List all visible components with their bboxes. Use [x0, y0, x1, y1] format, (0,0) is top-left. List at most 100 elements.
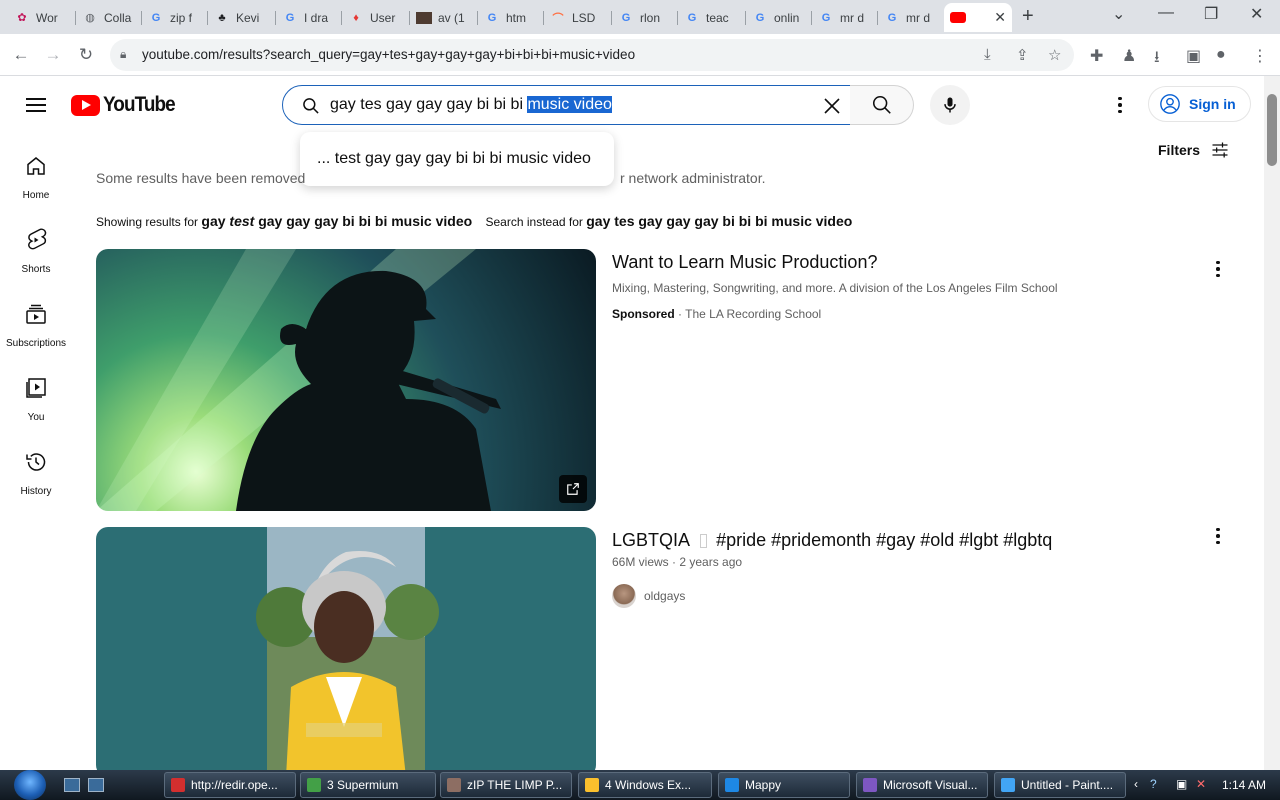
ad-meta: Sponsored · The LA Recording School: [612, 307, 822, 321]
history-icon: [26, 453, 46, 471]
minimize-icon[interactable]: —: [1158, 4, 1174, 22]
video-title[interactable]: LGBTQIA #pride #pridemonth #gay #old #lg…: [612, 530, 1052, 551]
browser-tab[interactable]: ♦ User: [342, 3, 410, 32]
guide-item-history[interactable]: History: [0, 450, 72, 497]
sign-in-button[interactable]: Sign in: [1148, 86, 1251, 122]
search-input[interactable]: gay tes gay gay gay bi bi bi music video: [282, 85, 851, 125]
taskbar-button[interactable]: Microsoft Visual...: [856, 772, 988, 798]
clock[interactable]: 1:14 AM: [1222, 778, 1266, 792]
taskbar-button[interactable]: zIP THE LIMP P...: [440, 772, 572, 798]
close-window-icon[interactable]: ✕: [1250, 4, 1263, 24]
browser-tab[interactable]: ⌒ LSD: [544, 3, 612, 32]
guide-item-subscriptions[interactable]: Subscriptions: [0, 302, 72, 349]
show-desktop-icon[interactable]: [64, 778, 80, 792]
browser-tab[interactable]: av (1: [410, 3, 478, 32]
start-button[interactable]: [14, 770, 46, 800]
guide-item-home[interactable]: Home: [0, 154, 72, 201]
search-query[interactable]: gay tes gay gay gay bi bi bi music video: [330, 96, 612, 114]
globe-icon: ◍: [85, 12, 95, 24]
extensions-icon[interactable]: ✚: [1090, 46, 1103, 66]
browser-tab[interactable]: G onlin: [746, 3, 812, 32]
browser-tab[interactable]: ✿ Wor: [8, 3, 76, 32]
search-suggestion[interactable]: ... test gay gay gay bi bi bi music vide…: [300, 132, 614, 186]
video-thumbnail[interactable]: [96, 527, 596, 777]
supermium-icon: [307, 778, 321, 792]
taskbar-button[interactable]: 4 Windows Ex...: [578, 772, 712, 798]
browser-tab[interactable]: ◍ Colla: [76, 3, 142, 32]
hamburger-menu-icon[interactable]: [24, 94, 48, 116]
google-icon: G: [821, 11, 831, 24]
filters-button[interactable]: Filters: [1158, 140, 1230, 160]
settings-kebab-icon[interactable]: [1110, 94, 1130, 116]
new-tab-button[interactable]: +: [1022, 5, 1034, 28]
restore-icon[interactable]: ❐: [1204, 4, 1218, 24]
browser-tab[interactable]: G I dra: [276, 3, 342, 32]
result-kebab-icon[interactable]: [1208, 526, 1228, 546]
google-icon: G: [151, 11, 161, 24]
guide-item-you[interactable]: You: [0, 376, 72, 423]
taskbar-button[interactable]: Untitled - Paint....: [994, 772, 1126, 798]
taskbar-button[interactable]: 3 Supermium: [300, 772, 436, 798]
subscriptions-icon: [26, 304, 46, 324]
removed-results-notice: Some results have been removed r network…: [96, 170, 766, 186]
image-viewer-icon: [447, 778, 461, 792]
bookmark-star-icon[interactable]: ☆: [1048, 46, 1061, 64]
switch-windows-icon[interactable]: [88, 778, 104, 792]
install-icon[interactable]: ⤓: [984, 46, 991, 63]
share-icon[interactable]: ⇪: [1016, 46, 1029, 64]
channel-name[interactable]: oldgays: [644, 589, 685, 603]
profile-icon[interactable]: ●: [1216, 46, 1226, 64]
side-panel-icon[interactable]: ▣: [1186, 46, 1201, 66]
reload-icon[interactable]: ↻: [73, 42, 99, 68]
forward-icon[interactable]: →: [40, 42, 66, 68]
browser-tab[interactable]: G mr d: [812, 3, 878, 32]
spelling-correction: Showing results for gay test gay gay gay…: [96, 213, 853, 229]
google-icon: G: [755, 11, 765, 24]
browser-menu-icon[interactable]: ⋮: [1252, 46, 1268, 66]
fire-icon: ♦: [353, 11, 359, 24]
browser-toolbar: ← → ↻ 🔒︎ youtube.com/results?search_quer…: [0, 34, 1280, 76]
downloads-icon[interactable]: ⭳: [1154, 46, 1160, 73]
video-thumbnail[interactable]: [96, 249, 596, 511]
mappy-icon: [725, 778, 739, 792]
back-icon[interactable]: ←: [8, 42, 34, 68]
corrected-query-link[interactable]: gay test gay gay gay bi bi bi music vide…: [201, 213, 472, 229]
help-icon[interactable]: ?: [1150, 777, 1157, 791]
result-kebab-icon[interactable]: [1208, 259, 1228, 279]
you-icon: [26, 378, 46, 398]
search-button[interactable]: [850, 85, 914, 125]
youtube-icon: [950, 10, 966, 26]
search-icon: [303, 98, 319, 114]
browser-tab[interactable]: G htm: [478, 3, 544, 32]
extension-icon[interactable]: ♟: [1122, 46, 1136, 66]
original-query-link[interactable]: gay tes gay gay gay bi bi bi music video: [586, 213, 852, 229]
volume-muted-icon[interactable]: ✕: [1196, 777, 1206, 791]
video-meta: 66M views · 2 years ago: [612, 555, 743, 569]
ad-channel-name[interactable]: The LA Recording School: [685, 307, 821, 321]
tray-expand-icon[interactable]: ‹: [1134, 777, 1138, 791]
voice-search-button[interactable]: [930, 85, 970, 125]
taskbar-button[interactable]: http://redir.ope...: [164, 772, 296, 798]
open-external-link-icon[interactable]: [559, 475, 587, 503]
browser-tab[interactable]: ♣ Kevi: [208, 3, 276, 32]
close-tab-icon[interactable]: ✕: [994, 9, 1006, 26]
address-bar[interactable]: 🔒︎ youtube.com/results?search_query=gay+…: [110, 39, 1074, 71]
page-scrollbar[interactable]: [1264, 76, 1280, 770]
browser-tab[interactable]: G zip f: [142, 3, 208, 32]
visual-studio-icon: [863, 778, 877, 792]
browser-tab[interactable]: G mr d: [878, 3, 944, 32]
avatar[interactable]: [612, 584, 636, 608]
youtube-logo[interactable]: YouTube: [71, 93, 183, 117]
filter-sliders-icon: [1212, 142, 1228, 158]
network-icon[interactable]: ▣: [1176, 777, 1187, 791]
browser-tab[interactable]: G teac: [678, 3, 746, 32]
url-text[interactable]: youtube.com/results?search_query=gay+tes…: [142, 47, 635, 62]
browser-tab[interactable]: G rlon: [612, 3, 678, 32]
ad-title[interactable]: Want to Learn Music Production?: [612, 252, 877, 273]
guide-item-shorts[interactable]: Shorts: [0, 228, 72, 275]
tab-search-icon[interactable]: ⌄: [1112, 4, 1125, 24]
clear-search-icon[interactable]: [820, 94, 844, 118]
search-icon: [872, 95, 891, 114]
taskbar-button[interactable]: Mappy: [718, 772, 850, 798]
browser-tab-active[interactable]: ✕: [944, 3, 1012, 32]
